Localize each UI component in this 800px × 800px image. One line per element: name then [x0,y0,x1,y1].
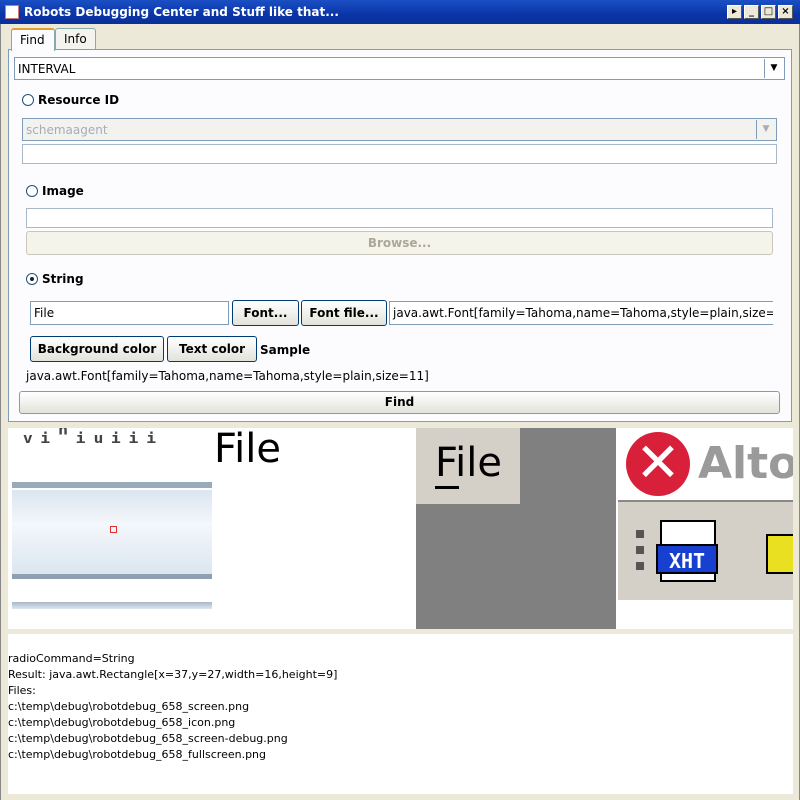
window-title: Robots Debugging Center and Stuff like t… [24,5,339,19]
log-line: radioCommand=String [8,652,135,665]
chevron-down-icon[interactable]: ▼ [764,59,783,78]
altova-brand-text: Alto [698,438,793,489]
log-line: Files: [8,684,36,697]
preview-screen-capture: ᵥᵢⁿᵢᵤᵢᵢᵢ [12,428,212,629]
clipped-text-fragment: ᵥᵢⁿᵢᵤᵢᵢᵢ [20,428,162,450]
footer-area [618,600,793,629]
resource-id-field[interactable] [22,144,777,164]
sample-label: Sample [260,343,311,357]
text-color-button[interactable]: Text color [167,336,257,362]
font-file-button-label: Font file... [309,306,379,320]
image-radio[interactable]: Image [26,184,84,198]
font-file-button[interactable]: Font file... [301,300,387,326]
image-path-field[interactable] [26,208,773,228]
chevron-down-icon[interactable]: ▼ [756,120,775,139]
close-button[interactable]: × [778,5,793,19]
bar-gradient [12,490,212,576]
preview-sample-render: File [214,428,414,629]
resource-id-combo[interactable]: schemaagent ▼ [22,118,777,141]
preview-fullscreen: ✕ Alto XHT [618,428,793,629]
browse-button[interactable]: Browse... [26,231,773,255]
divider [12,602,212,609]
string-input[interactable]: File [30,301,229,325]
icon-render-text: File [435,440,502,486]
minimize-button[interactable]: _ [744,5,759,19]
log-line: c:\temp\debug\robotdebug_658_screen-debu… [8,732,288,745]
find-button-label: Find [384,395,415,409]
image-label: Image [42,184,84,198]
tab-find[interactable]: Find [11,28,55,51]
background-color-label: Background color [37,342,157,356]
tab-find-label: Find [20,33,45,47]
sample-render-text: File [214,428,281,472]
browse-label: Browse... [367,236,432,250]
log-line: c:\temp\debug\robotdebug_658_fullscreen.… [8,748,267,761]
string-radio[interactable]: String [26,272,84,286]
mode-select-value: INTERVAL [18,62,76,76]
bullet-icon [636,562,644,570]
divider [12,482,212,488]
log-output[interactable]: radioCommand=String Result: java.awt.Rec… [8,634,793,794]
underline-mnemonic [435,486,459,489]
font-button[interactable]: Font... [232,300,299,326]
tab-info-label: Info [64,32,87,46]
find-button[interactable]: Find [19,391,780,414]
font-button-label: Font... [243,306,288,320]
resource-id-combo-value: schemaagent [26,123,108,137]
menu-arrow-button[interactable]: ▸ [727,5,742,19]
bullet-icon [636,530,644,538]
radio-indicator[interactable] [22,94,34,106]
match-marker-icon [110,526,117,533]
log-line: c:\temp\debug\robotdebug_658_screen.png [8,700,250,713]
radio-indicator[interactable] [26,273,38,285]
preview-strip: ᵥᵢⁿᵢᵤᵢᵢᵢ File File ✕ Alto XHT [8,428,793,629]
preview-icon-render: File [416,428,616,629]
tab-info[interactable]: Info [55,28,96,49]
divider [12,574,212,579]
radio-indicator[interactable] [26,185,38,197]
background-color-button[interactable]: Background color [30,336,164,362]
xht-badge: XHT [656,544,718,574]
java-app-icon [5,5,19,19]
log-line: Result: java.awt.Rectangle[x=37,y=27,wid… [8,668,338,681]
maximize-button[interactable]: □ [761,5,776,19]
folder-icon [766,534,793,574]
resource-id-label: Resource ID [38,93,120,107]
divider [618,500,793,502]
resource-id-radio[interactable]: Resource ID [22,93,119,107]
string-input-value: File [34,306,55,320]
font-description: java.awt.Font[family=Tahoma,name=Tahoma,… [26,369,429,383]
altova-logo-icon: ✕ [626,432,690,496]
string-label: String [42,272,84,286]
font-field-value: java.awt.Font[family=Tahoma,name=Tahoma,… [393,306,773,320]
bullet-icon [636,546,644,554]
log-line: c:\temp\debug\robotdebug_658_icon.png [8,716,236,729]
title-bar[interactable]: Robots Debugging Center and Stuff like t… [0,0,800,24]
text-color-label: Text color [178,342,246,356]
font-field[interactable]: java.awt.Font[family=Tahoma,name=Tahoma,… [389,301,773,325]
mode-select[interactable]: INTERVAL ▼ [14,57,785,80]
